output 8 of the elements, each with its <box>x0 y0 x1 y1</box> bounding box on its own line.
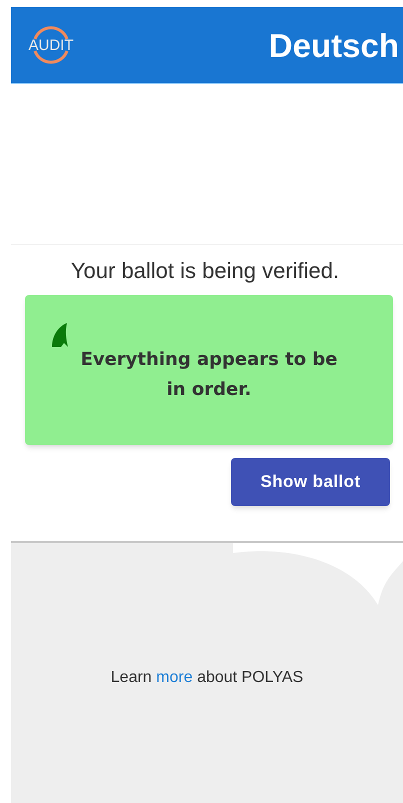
status-title: Your ballot is being verified. <box>70 257 340 285</box>
show-ballot-button[interactable]: Show ballot <box>231 458 390 506</box>
leaf-icon <box>51 323 69 347</box>
language-button[interactable]: Deutsch <box>268 28 399 62</box>
more-link[interactable]: more <box>156 669 193 686</box>
status-message: Everything appears to be in order. <box>80 348 338 402</box>
logo-text: AUDIT <box>28 38 74 52</box>
footer-text: Learn more about POLYAS <box>110 668 304 688</box>
